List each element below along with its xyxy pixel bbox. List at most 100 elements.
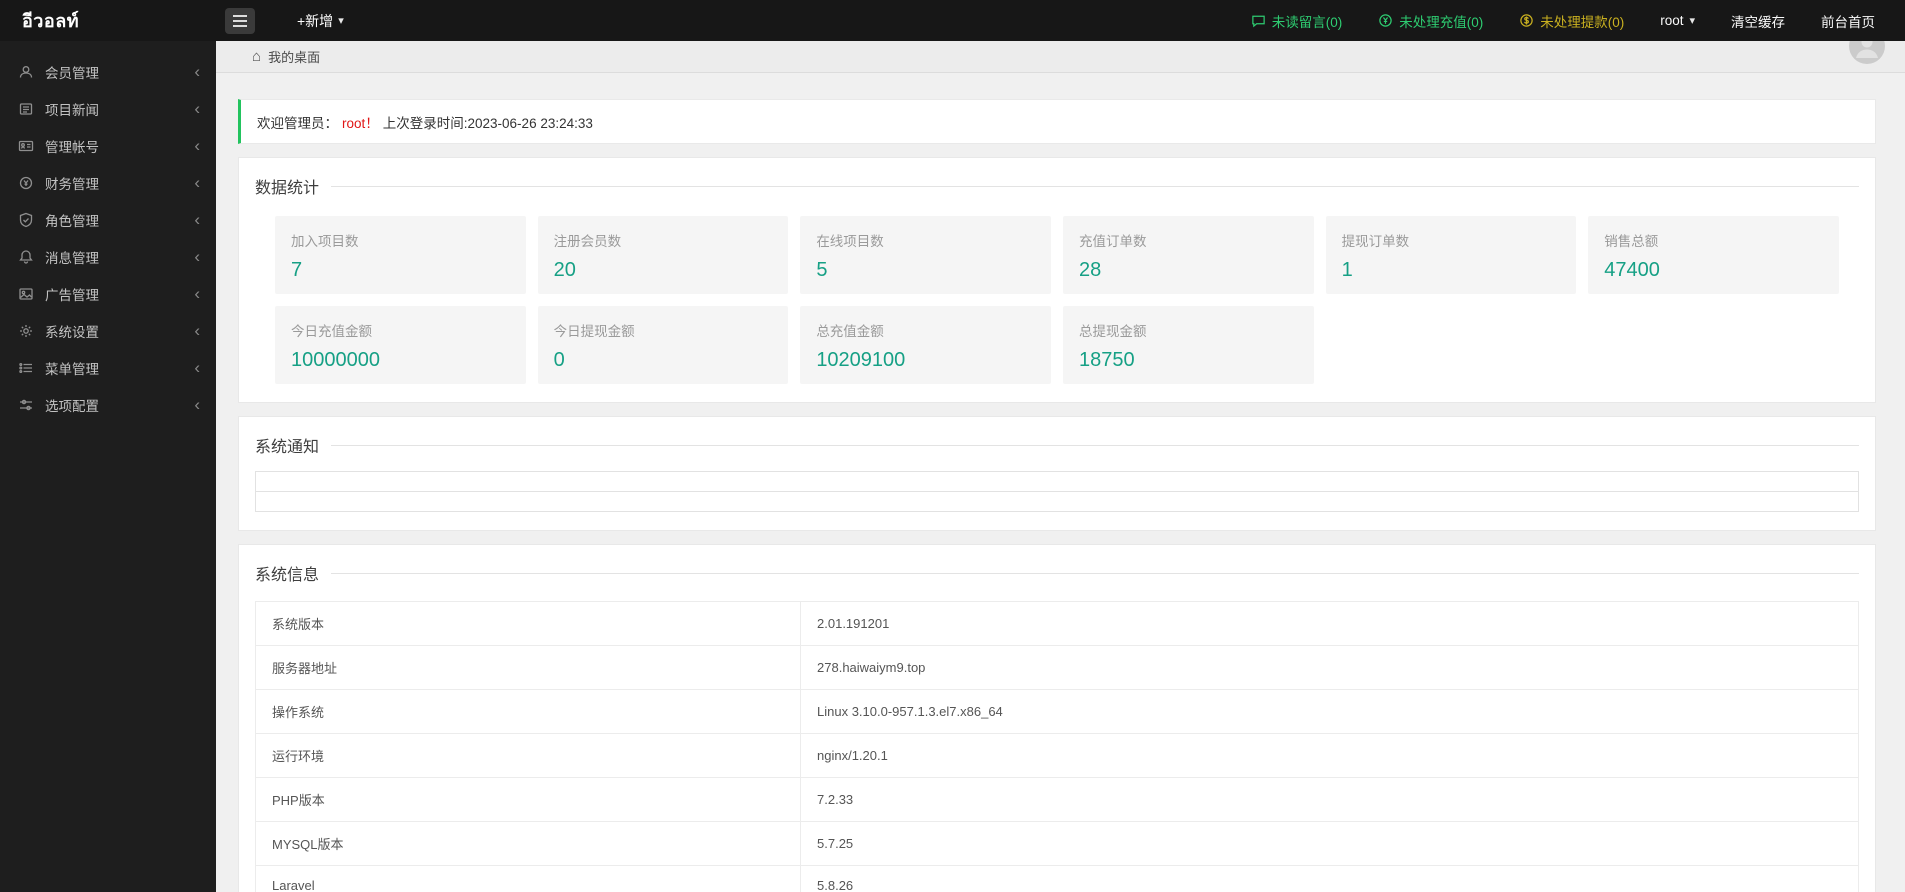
welcome-login-time: 上次登录时间:2023-06-26 23:24:33 [382,115,593,131]
stat-label: 提现订单数 [1341,234,1410,249]
yuan-circle-icon [1378,13,1393,28]
chevron-left-icon: ‹ [194,173,200,192]
stat-label: 总充值金额 [816,324,884,339]
sidebar-item-label: 项目新闻 [45,102,99,118]
divider [331,185,1859,187]
stat-label: 在线项目数 [816,234,884,249]
user-icon [18,64,34,80]
stats-title: 数据统计 [255,180,320,197]
sidebar-item-roles[interactable]: 角色管理 ‹ [0,201,216,238]
sidebar-item-ads[interactable]: 广告管理 ‹ [0,275,216,312]
sidebar-item-menus[interactable]: 菜单管理 ‹ [0,349,216,386]
welcome-banner: 欢迎管理员： root！ 上次登录时间:2023-06-26 23:24:33 [238,99,1876,144]
pending-recharge-link[interactable]: 未处理充值(0) [1378,11,1483,31]
stat-label: 注册会员数 [553,234,622,249]
sidebar-item-label: 会员管理 [45,65,99,81]
topbar-right: 未读留言(0) 未处理充值(0) 未处理提款(0) root ▾ 清空缓存 前台… [1251,11,1905,31]
stat-card-withdraw-orders: 提现订单数 1 [1325,216,1577,294]
pending-withdraw-link[interactable]: 未处理提款(0) [1519,11,1624,31]
stat-card-join-projects: 加入项目数 7 [275,216,526,294]
coin-icon [18,175,34,191]
stat-value: 0 [553,349,565,371]
welcome-username: root！ [342,115,379,131]
topbar: อีวอลท์ +新增 ▾ 未读留言(0) 未处理充值(0) 未处理提款(0) [0,0,1905,41]
stat-value: 10209100 [816,349,906,371]
sidebar-item-label: 广告管理 [45,287,99,303]
sidebar: 会员管理 ‹ 项目新闻 ‹ 管理帐号 ‹ 财务管理 ‹ 角色管理 ‹ 消息管理 [0,41,216,892]
stat-value: 28 [1078,259,1102,281]
stats-panel: 数据统计 加入项目数 7 注册会员数 20 在线项目数 5 充值订单数 28 提… [238,157,1876,403]
sidebar-item-settings[interactable]: 系统设置 ‹ [0,312,216,349]
add-new-dropdown[interactable]: +新增 ▾ [297,11,344,31]
chevron-left-icon: ‹ [194,395,200,414]
table-row: MYSQL版本 5.7.25 [254,821,1859,866]
stat-label: 今日提现金额 [553,324,635,339]
sidebar-item-accounts[interactable]: 管理帐号 ‹ [0,127,216,164]
image-icon [18,286,34,302]
stat-card-today-withdraw: 今日提现金额 0 [537,306,789,384]
sidebar-item-options[interactable]: 选项配置 ‹ [0,386,216,423]
stat-label: 今日充值金额 [291,324,372,339]
sysinfo-value: 2.01.191201 [800,601,1859,646]
stat-value: 1 [1341,259,1353,281]
home-icon[interactable]: ⌂ [252,48,261,65]
chevron-left-icon: ‹ [194,210,200,229]
stat-value: 5 [816,259,828,281]
notice-row-empty [255,471,1859,492]
chevron-left-icon: ‹ [194,136,200,155]
sidebar-item-finance[interactable]: 财务管理 ‹ [0,164,216,201]
content: 欢迎管理员： root！ 上次登录时间:2023-06-26 23:24:33 … [216,73,1905,892]
sysinfo-value: 5.7.25 [800,821,1859,866]
sysinfo-value: 278.haiwaiym9.top [800,645,1859,690]
pending-recharge-label: 未处理充值(0) [1399,14,1484,30]
sidebar-item-label: 菜单管理 [45,361,99,377]
main-area: ⌂ 我的桌面 欢迎管理员： root！ 上次登录时间:2023-06-26 23… [216,41,1905,892]
table-row: PHP版本 7.2.33 [254,777,1859,822]
clear-cache-label: 清空缓存 [1731,14,1785,30]
sysinfo-label: 运行环境 [254,733,802,778]
sidebar-item-label: 财务管理 [45,176,99,192]
dollar-circle-icon [1519,13,1534,28]
shield-icon [18,212,34,228]
sidebar-item-messages[interactable]: 消息管理 ‹ [0,238,216,275]
table-row: 服务器地址 278.haiwaiym9.top [254,645,1859,690]
stat-card-total-withdraw: 总提现金额 18750 [1062,306,1314,384]
sysinfo-label: MYSQL版本 [254,821,802,866]
sysinfo-table: 系统版本 2.01.191201 服务器地址 278.haiwaiym9.top… [254,601,1859,892]
sysinfo-label: 服务器地址 [254,645,802,690]
stat-value: 10000000 [291,349,380,371]
sysinfo-value: 7.2.33 [800,777,1859,822]
sysinfo-value: nginx/1.20.1 [800,733,1859,778]
frontend-home-link[interactable]: 前台首页 [1821,11,1875,31]
sidebar-item-news[interactable]: 项目新闻 ‹ [0,90,216,127]
welcome-prefix: 欢迎管理员： [257,115,338,131]
notice-panel: 系统通知 [238,416,1876,531]
chevron-left-icon: ‹ [194,321,200,340]
user-menu[interactable]: root ▾ [1660,13,1695,28]
sidebar-item-label: 管理帐号 [45,139,99,155]
user-name: root [1660,13,1684,28]
unread-messages-link[interactable]: 未读留言(0) [1251,11,1342,31]
add-new-label: +新增 [297,12,334,29]
gear-icon [18,323,34,339]
stat-cards: 加入项目数 7 注册会员数 20 在线项目数 5 充值订单数 28 提现订单数 [255,216,1859,384]
sysinfo-title: 系统信息 [255,567,320,584]
stat-card-registered-members: 注册会员数 20 [537,216,789,294]
stat-value: 18750 [1078,349,1135,371]
sidebar-item-label: 消息管理 [45,250,99,266]
sliders-icon [18,397,34,413]
stat-card-total-recharge: 总充值金额 10209100 [800,306,1051,384]
hamburger-menu-button[interactable] [225,7,255,34]
sysinfo-label: PHP版本 [254,777,802,822]
stat-label: 销售总额 [1604,234,1659,249]
sysinfo-panel: 系统信息 系统版本 2.01.191201 服务器地址 278.haiwaiym… [238,544,1876,892]
sysinfo-label: 系统版本 [254,601,802,646]
caret-down-icon: ▾ [1689,15,1695,27]
sidebar-item-label: 选项配置 [45,398,99,414]
clear-cache-link[interactable]: 清空缓存 [1731,11,1785,31]
breadcrumb-label[interactable]: 我的桌面 [268,47,320,66]
divider [331,444,1859,446]
sysinfo-value: Linux 3.10.0-957.1.3.el7.x86_64 [800,689,1859,734]
stat-card-online-projects: 在线项目数 5 [800,216,1051,294]
sidebar-item-members[interactable]: 会员管理 ‹ [0,53,216,90]
